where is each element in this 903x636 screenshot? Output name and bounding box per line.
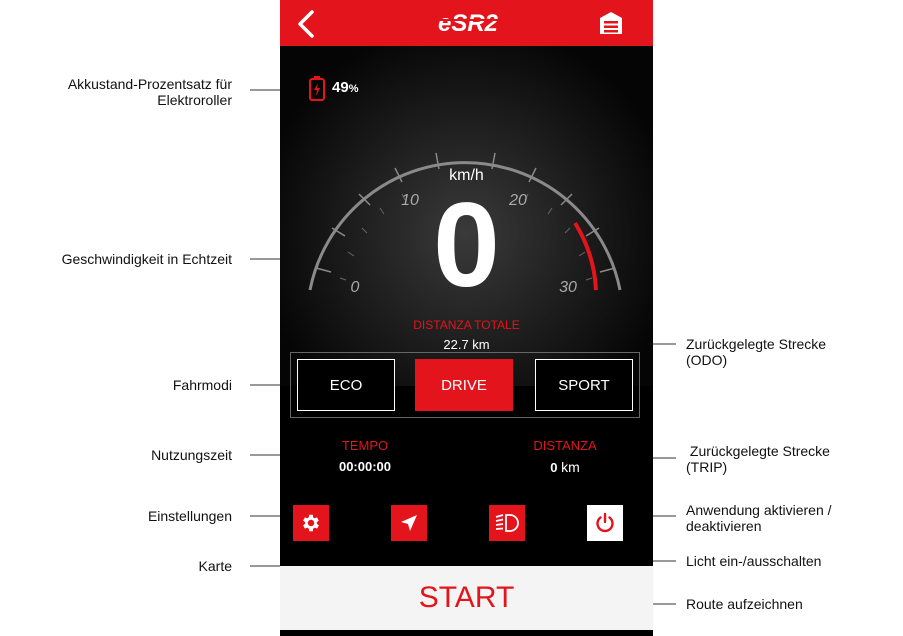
navigation-arrow-icon — [401, 515, 417, 531]
annotation-map: Karte — [198, 558, 232, 574]
trip-value: 0 km — [550, 459, 580, 475]
menu-icon — [600, 12, 622, 34]
battery-percentage: 49% — [332, 79, 359, 96]
annotation-light: Licht ein-/ausschalten — [686, 553, 822, 569]
map-button[interactable] — [391, 505, 427, 541]
battery-icon — [309, 76, 325, 101]
light-button[interactable] — [489, 505, 525, 541]
settings-button[interactable] — [293, 505, 329, 541]
menu-button[interactable] — [598, 10, 624, 36]
drive-mode-selector: ECO DRIVE SPORT — [290, 352, 640, 418]
back-button[interactable] — [294, 9, 322, 39]
annotation-battery: Akkustand-Prozentsatz für Elektroroller — [67, 76, 232, 108]
esr2-logo: eSR2 — [420, 10, 530, 36]
app-screen: eSR2 49% 0 10 20 30 km/h 0 DISTANZA TOTA… — [280, 0, 653, 636]
mode-eco-button[interactable]: ECO — [297, 359, 395, 411]
trip-label: DISTANZA — [533, 438, 597, 453]
speed-value: 0 — [433, 178, 500, 312]
annotation-speed: Geschwindigkeit in Echtzeit — [61, 251, 232, 267]
annotation-odo: Zurückgelegte Strecke (ODO) — [686, 336, 827, 368]
annotation-trip: Zurückgelegte Strecke (TRIP) — [686, 443, 830, 475]
annotation-time: Nutzungszeit — [151, 447, 232, 463]
power-icon — [596, 512, 614, 533]
start-button[interactable]: START — [280, 566, 653, 630]
time-label: TEMPO — [341, 438, 389, 453]
chevron-left-icon — [298, 10, 314, 38]
power-button[interactable] — [587, 505, 623, 541]
mode-sport-button[interactable]: SPORT — [535, 359, 633, 411]
annotation-modes: Fahrmodi — [172, 377, 232, 393]
annotation-settings: Einstellungen — [147, 508, 232, 524]
odometer-value: 22.7 km — [443, 337, 490, 352]
annotation-start: Route aufzeichnen — [686, 596, 803, 612]
svg-text:eSR2: eSR2 — [438, 10, 499, 36]
gear-icon — [303, 514, 319, 532]
time-value: 00:00:00 — [338, 459, 392, 474]
mode-drive-button[interactable]: DRIVE — [415, 359, 513, 411]
annotation-power: Anwendung aktivieren / deaktivieren — [686, 502, 832, 534]
headlight-icon — [495, 514, 519, 532]
odometer-label: DISTANZA TOTALE — [413, 318, 520, 332]
top-bar: eSR2 — [280, 0, 653, 46]
